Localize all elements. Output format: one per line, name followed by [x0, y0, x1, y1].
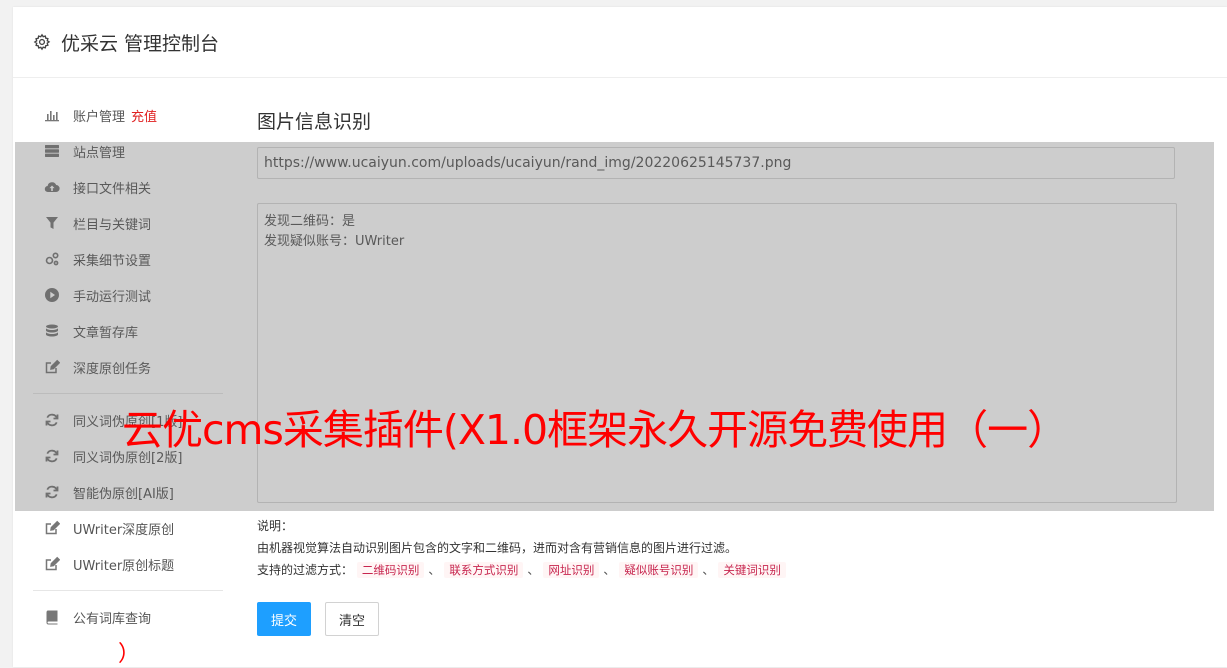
sidebar-item-label: UWriter原创标题	[73, 558, 175, 574]
section-title: 图片信息识别	[257, 111, 372, 133]
page-header: 优采云 管理控制台	[13, 7, 1227, 78]
sidebar-item-label: 栏目与关键词	[73, 217, 152, 233]
refresh-icon	[44, 484, 60, 500]
sidebar-item-label: 深度原创任务	[73, 361, 152, 377]
recharge-link[interactable]: 充值	[131, 106, 157, 125]
sidebar-item-ai-rewrite[interactable]: 智能伪原创[AI版]	[33, 474, 223, 510]
sidebar-item-manual-test[interactable]: 手动运行测试	[33, 277, 223, 313]
sidebar-item-synonym-v2[interactable]: 同义词伪原创[2版]	[33, 438, 223, 474]
sidebar-divider	[33, 590, 223, 591]
edit-icon	[44, 520, 60, 536]
sidebar-item-article-storage[interactable]: 文章暂存库	[33, 313, 223, 349]
play-circle-icon	[44, 287, 60, 303]
sidebar-item-columns-keywords[interactable]: 栏目与关键词	[33, 205, 223, 241]
main-content: 图片信息识别 发现二维码：是 发现疑似账号：UWriter 说明： 由机器视觉算…	[257, 107, 1177, 636]
filter-separator: 、	[428, 563, 441, 577]
sidebar-item-uwriter-title[interactable]: UWriter原创标题	[33, 546, 223, 582]
sidebar-item-sites[interactable]: 站点管理	[33, 133, 223, 169]
refresh-icon	[44, 412, 60, 428]
sidebar-item-label: 账户管理	[73, 109, 126, 125]
sidebar-item-label: 手动运行测试	[73, 289, 152, 305]
sidebar-nav: 账户管理 充值 站点管理 接口文件相关 栏目与关键词 采集细节设置 手动运行测试…	[33, 97, 223, 635]
filter-methods-label: 支持的过滤方式：	[257, 563, 354, 577]
bar-chart-icon	[44, 107, 60, 123]
sidebar-item-synonym-v1[interactable]: 同义词伪原创[1版]	[33, 402, 223, 438]
sidebar-item-label: 同义词伪原创[1版]	[73, 414, 183, 430]
clear-button[interactable]: 清空	[325, 602, 380, 636]
page-title: 优采云 管理控制台	[61, 32, 220, 55]
filter-tag-qrcode: 二维码识别	[356, 562, 425, 578]
sidebar-item-label: 文章暂存库	[73, 325, 139, 341]
form-actions: 提交 清空	[257, 602, 380, 636]
filter-separator: 、	[527, 563, 540, 577]
gears-icon	[44, 251, 60, 267]
cloud-upload-icon	[44, 179, 60, 195]
sidebar-item-label: 采集细节设置	[73, 253, 152, 269]
sidebar-item-label: 接口文件相关	[73, 181, 152, 197]
filter-icon	[44, 215, 60, 231]
filter-tag-contact: 联系方式识别	[444, 562, 524, 578]
sidebar-item-label: 站点管理	[73, 145, 126, 161]
refresh-icon	[44, 448, 60, 464]
database-icon	[44, 323, 60, 339]
instructions: 说明： 由机器视觉算法自动识别图片包含的文字和二维码，进而对含有营销信息的图片进…	[257, 515, 786, 581]
image-url-input[interactable]	[257, 147, 1175, 179]
sidebar-item-uwriter-deep[interactable]: UWriter深度原创	[33, 510, 223, 546]
gear-icon	[33, 33, 51, 51]
sidebar-item-deep-original-task[interactable]: 深度原创任务	[33, 349, 223, 385]
sidebar-item-account[interactable]: 账户管理 充值	[33, 97, 223, 133]
filter-separator: 、	[603, 563, 616, 577]
submit-button[interactable]: 提交	[257, 602, 312, 636]
filter-tag-account: 疑似账号识别	[619, 562, 699, 578]
book-icon	[44, 609, 60, 625]
sidebar-item-label: UWriter深度原创	[73, 522, 175, 538]
instructions-text: 由机器视觉算法自动识别图片包含的文字和二维码，进而对含有营销信息的图片进行过滤。	[257, 541, 738, 555]
filter-separator: 、	[702, 563, 715, 577]
edit-icon	[44, 359, 60, 375]
sidebar-item-public-lexicon[interactable]: 公有词库查询	[33, 599, 223, 635]
sidebar-item-label: 公有词库查询	[73, 611, 152, 627]
sidebar-item-collect-settings[interactable]: 采集细节设置	[33, 241, 223, 277]
watermark-bottom-mark: ）	[118, 642, 141, 667]
recognition-result-textarea[interactable]: 发现二维码：是 发现疑似账号：UWriter	[257, 203, 1177, 503]
sidebar-item-interface-files[interactable]: 接口文件相关	[33, 169, 223, 205]
sidebar-item-label: 同义词伪原创[2版]	[73, 450, 183, 466]
filter-tag-url: 网址识别	[543, 562, 600, 578]
filter-tag-keyword: 关键词识别	[718, 562, 786, 578]
console-panel: 优采云 管理控制台 账户管理 充值 站点管理 接口文件相关 栏目与关键词 采集细…	[13, 7, 1227, 667]
sidebar-item-label: 智能伪原创[AI版]	[73, 486, 174, 502]
sidebar-divider	[33, 393, 223, 394]
instructions-heading: 说明：	[257, 519, 294, 533]
server-icon	[44, 143, 60, 159]
filter-methods: 支持的过滤方式： 二维码识别、联系方式识别、网址识别、疑似账号识别、关键词识别	[257, 559, 786, 581]
edit-icon	[44, 556, 60, 572]
